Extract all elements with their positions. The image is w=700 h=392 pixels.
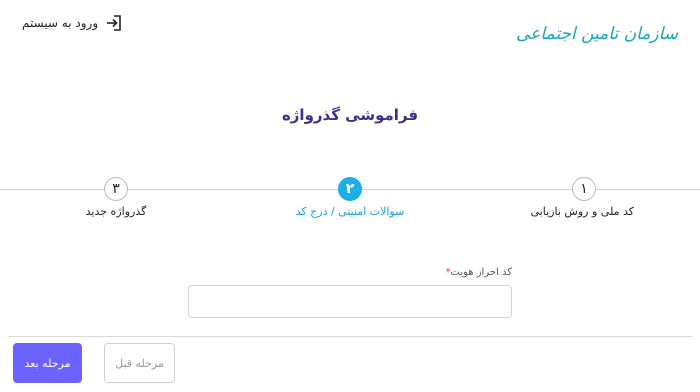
step-1-circle: ۱ [572, 177, 596, 201]
brand-logo: سازمان تامین اجتماعی [516, 12, 686, 56]
next-step-button[interactable]: مرحله بعد [13, 343, 82, 383]
page-title: فراموشی گذرواژه [281, 106, 419, 124]
step-2-circle: ۲ [338, 177, 362, 201]
sign-in-icon [107, 15, 121, 31]
previous-step-button[interactable]: مرحله قبل [104, 343, 175, 383]
brand-name: سازمان تامین اجتماعی [516, 24, 678, 44]
step-1-label: کد ملی و روش بازیابی [530, 205, 634, 218]
login-label: ورود به سیستم [22, 16, 99, 30]
actions-divider [8, 336, 692, 337]
login-link[interactable]: ورود به سیستم [22, 12, 123, 34]
step-2-label: سوالات امنیتی / درج کد [295, 205, 405, 218]
identity-code-input[interactable] [188, 285, 512, 318]
step-3-circle: ۳ [104, 177, 128, 201]
step-3-label: گذرواژه جدید [85, 205, 147, 218]
identity-code-label-text: کد احراز هویت [450, 267, 513, 278]
identity-code-label: کد احراز هویت* [443, 267, 513, 278]
